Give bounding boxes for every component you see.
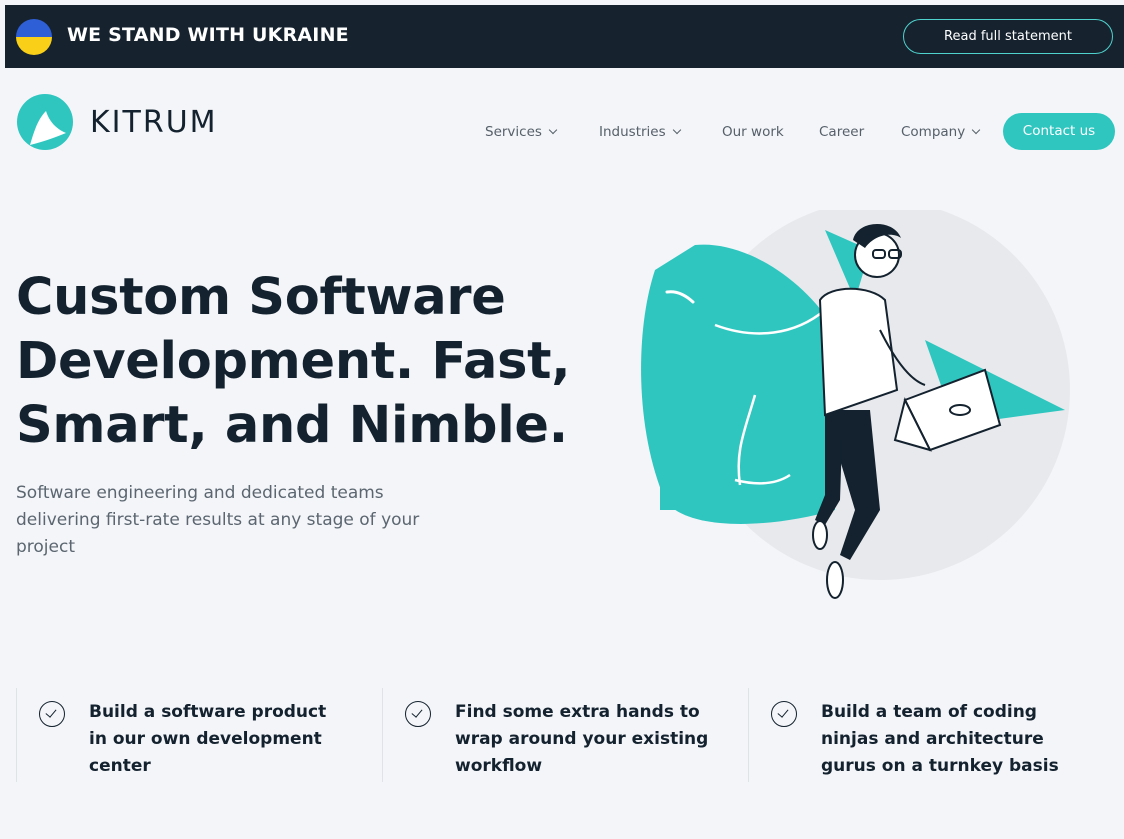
nav-label: Career [819, 124, 865, 140]
nav-career[interactable]: Career [819, 124, 864, 140]
feature-text: Find some extra hands to wrap around you… [455, 702, 709, 776]
hero-title-line: Development. Fast, [16, 332, 571, 391]
nav-label: Our work [722, 124, 784, 140]
chevron-down-icon [971, 125, 981, 135]
feature-own-development-center: Build a software product in our own deve… [16, 688, 357, 782]
hero-subtitle: Software engineering and dedicated teams… [16, 483, 420, 557]
ukraine-flag-icon [16, 19, 52, 55]
chevron-down-icon [672, 125, 681, 135]
chevron-down-icon [548, 125, 558, 135]
nav-label: Industries [599, 124, 666, 140]
hero-title-line: Smart, and Nimble. [16, 396, 568, 455]
contact-us-button[interactable]: Contact us [1003, 113, 1115, 150]
check-circle-icon [39, 701, 65, 727]
kitrum-logo-icon[interactable] [16, 93, 74, 151]
banner-text: WE STAND WITH UKRAINE [67, 24, 349, 46]
nav-our-work[interactable]: Our work [722, 124, 784, 140]
read-statement-button[interactable]: Read full statement [903, 19, 1113, 54]
nav-label: Services [485, 124, 542, 140]
shark-with-developer-illustration [641, 210, 1070, 599]
feature-text: Build a software product in our own deve… [89, 702, 327, 776]
nav-services[interactable]: Services [485, 124, 558, 140]
check-circle-icon [405, 701, 431, 727]
feature-extra-hands: Find some extra hands to wrap around you… [382, 688, 723, 782]
feature-turnkey-team: Build a team of coding ninjas and archit… [748, 688, 1089, 782]
page: WE STAND WITH UKRAINE Read full statemen… [5, 5, 1124, 839]
hero-title-line: Custom Software [16, 268, 506, 327]
nav-company[interactable]: Company [901, 124, 981, 140]
check-circle-icon [771, 701, 797, 727]
hero-title: Custom Software Development. Fast, Smart… [16, 266, 576, 458]
nav-label: Company [901, 124, 966, 140]
brand-name[interactable]: KITRUM [90, 105, 218, 140]
ukraine-banner: WE STAND WITH UKRAINE Read full statemen… [5, 5, 1124, 68]
nav-industries[interactable]: Industries [599, 124, 681, 140]
feature-text: Build a team of coding ninjas and archit… [821, 702, 1059, 776]
